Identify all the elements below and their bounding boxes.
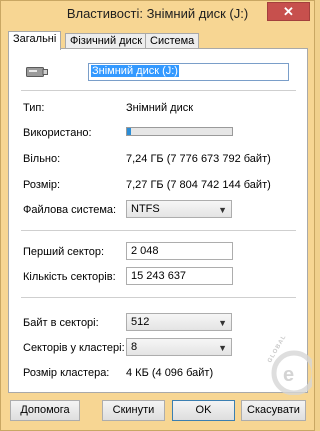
sectors-per-cluster-label: Секторів у кластері: bbox=[23, 342, 125, 354]
general-panel: Знімний диск (J:) Тип: Знімний диск Вико… bbox=[8, 48, 308, 393]
chevron-down-icon: ▼ bbox=[218, 343, 227, 353]
bytes-per-sector-select[interactable]: 512 ▼ bbox=[126, 313, 232, 331]
first-sector-label: Перший сектор: bbox=[23, 246, 105, 258]
drive-name-input[interactable]: Знімний диск (J:) bbox=[88, 63, 289, 81]
sectors-per-cluster-select[interactable]: 8 ▼ bbox=[126, 338, 232, 356]
sector-count-field[interactable]: 15 243 637 bbox=[126, 267, 233, 285]
free-label: Вільно: bbox=[23, 153, 61, 165]
filesystem-value: NTFS bbox=[131, 203, 160, 215]
removable-drive-icon bbox=[26, 67, 48, 77]
sectors-per-cluster-value: 8 bbox=[131, 341, 138, 353]
sector-count-label: Кількість секторів: bbox=[23, 271, 116, 283]
chevron-down-icon: ▼ bbox=[218, 318, 227, 328]
title-bar[interactable]: Властивості: Знімний диск (J:) ✕ bbox=[1, 1, 314, 27]
chevron-down-icon: ▼ bbox=[218, 205, 227, 215]
separator bbox=[21, 297, 296, 298]
bytes-per-sector-label: Байт в секторі: bbox=[23, 317, 99, 329]
filesystem-label: Файлова система: bbox=[23, 204, 117, 216]
tab-general[interactable]: Загальні bbox=[8, 31, 62, 50]
help-button[interactable]: Допомога bbox=[10, 400, 80, 421]
separator bbox=[21, 230, 296, 231]
type-label: Тип: bbox=[23, 102, 45, 114]
tab-system[interactable]: Система bbox=[145, 33, 200, 49]
cluster-size-value: 4 КБ (4 096 байт) bbox=[126, 367, 214, 379]
free-value: 7,24 ГБ (7 776 673 792 байт) bbox=[126, 153, 271, 165]
reset-button[interactable]: Скинути bbox=[102, 400, 165, 421]
type-value: Знімний диск bbox=[126, 102, 194, 114]
ok-button[interactable]: OK bbox=[172, 400, 235, 421]
cancel-button[interactable]: Скасувати bbox=[241, 400, 306, 421]
properties-window: Властивості: Знімний диск (J:) ✕ Загальн… bbox=[0, 0, 315, 431]
separator bbox=[21, 90, 296, 91]
usage-bar bbox=[126, 127, 233, 136]
first-sector-field[interactable]: 2 048 bbox=[126, 242, 233, 260]
bytes-per-sector-value: 512 bbox=[131, 316, 150, 328]
size-label: Розмір: bbox=[23, 179, 61, 191]
close-button[interactable]: ✕ bbox=[267, 2, 310, 21]
size-value: 7,27 ГБ (7 804 742 144 байт) bbox=[126, 179, 271, 191]
tab-physical-disk[interactable]: Фізичний диск bbox=[65, 33, 148, 49]
filesystem-select[interactable]: NTFS ▼ bbox=[126, 200, 232, 218]
cluster-size-label: Розмір кластера: bbox=[23, 367, 110, 379]
usage-bar-fill bbox=[127, 128, 132, 135]
used-label: Використано: bbox=[23, 127, 92, 139]
drive-name-selected-text: Знімний диск (J:) bbox=[91, 65, 179, 77]
